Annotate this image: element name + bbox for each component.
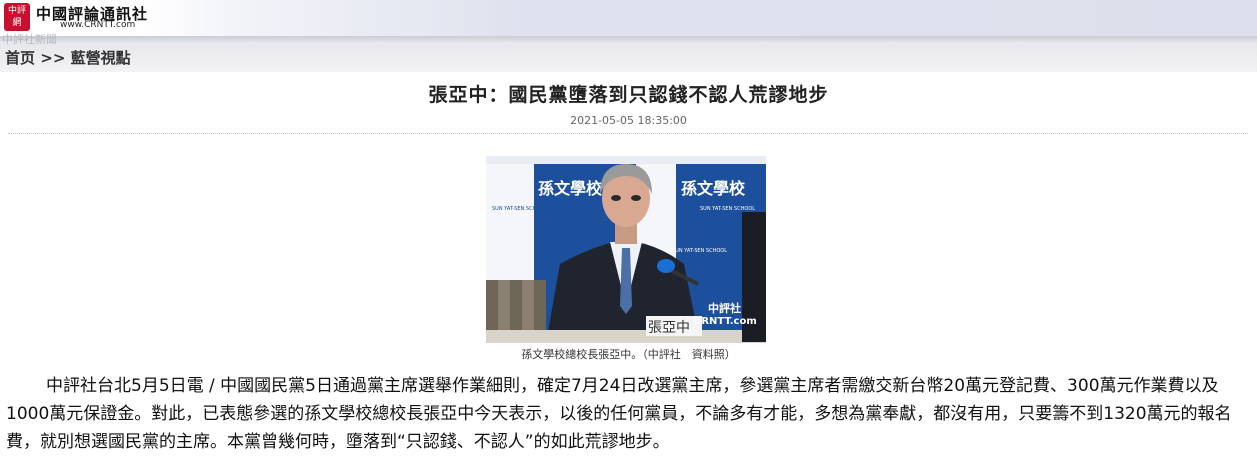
photo-caption: 孫文學校總校長張亞中。（中評社 資料照） [521,348,736,361]
photo-school-en-left: SUN YAT-SEN SCHOOL [492,206,547,212]
photo-nameplate: 張亞中 [648,320,690,336]
header-shadow [0,36,1257,44]
breadcrumb-section-link[interactable]: 藍營視點 [71,49,131,67]
photo-school-en-right: SUN YAT-SEN SCHOOL [700,206,755,212]
photo-watermark-cn: 中評社 [708,301,741,315]
logo-seal-text: 中評網 [7,6,26,28]
article-datetime: 2021-05-05 18:35:00 [570,114,687,127]
photo-school-en-lower: SUN YAT-SEN SCHOOL [672,248,727,254]
article-body: 中評社台北5月5日電 / 中國國民黨5日通過黨主席選舉作業細則，確定7月24日改… [6,376,1232,452]
article-photo: 孫文學校 孫文學校 SUN YAT-SEN SCHOOL SUN YAT-SEN… [486,156,766,343]
photo-watermark-url: CRNTT.com [694,316,757,327]
logo-url: www.CRNTT.com [60,20,136,30]
photo-banner-text-left: 孫文學校 [538,179,603,198]
photo-banner-text-right: 孫文學校 [681,179,746,198]
logo-seal[interactable]: 中評網 [4,3,30,31]
title-divider [8,133,1248,134]
breadcrumb-separator: >> [40,49,66,67]
article-title: 張亞中：國民黨墮落到只認錢不認人荒謬地步 [428,84,829,106]
breadcrumb-bar [0,44,1257,72]
breadcrumb-home-link[interactable]: 首页 [5,49,35,67]
breadcrumb: 首页 >> 藍營視點 [5,47,131,68]
top-header-bar: 中評網 中國評論通訊社 www.CRNTT.com [0,0,1257,36]
